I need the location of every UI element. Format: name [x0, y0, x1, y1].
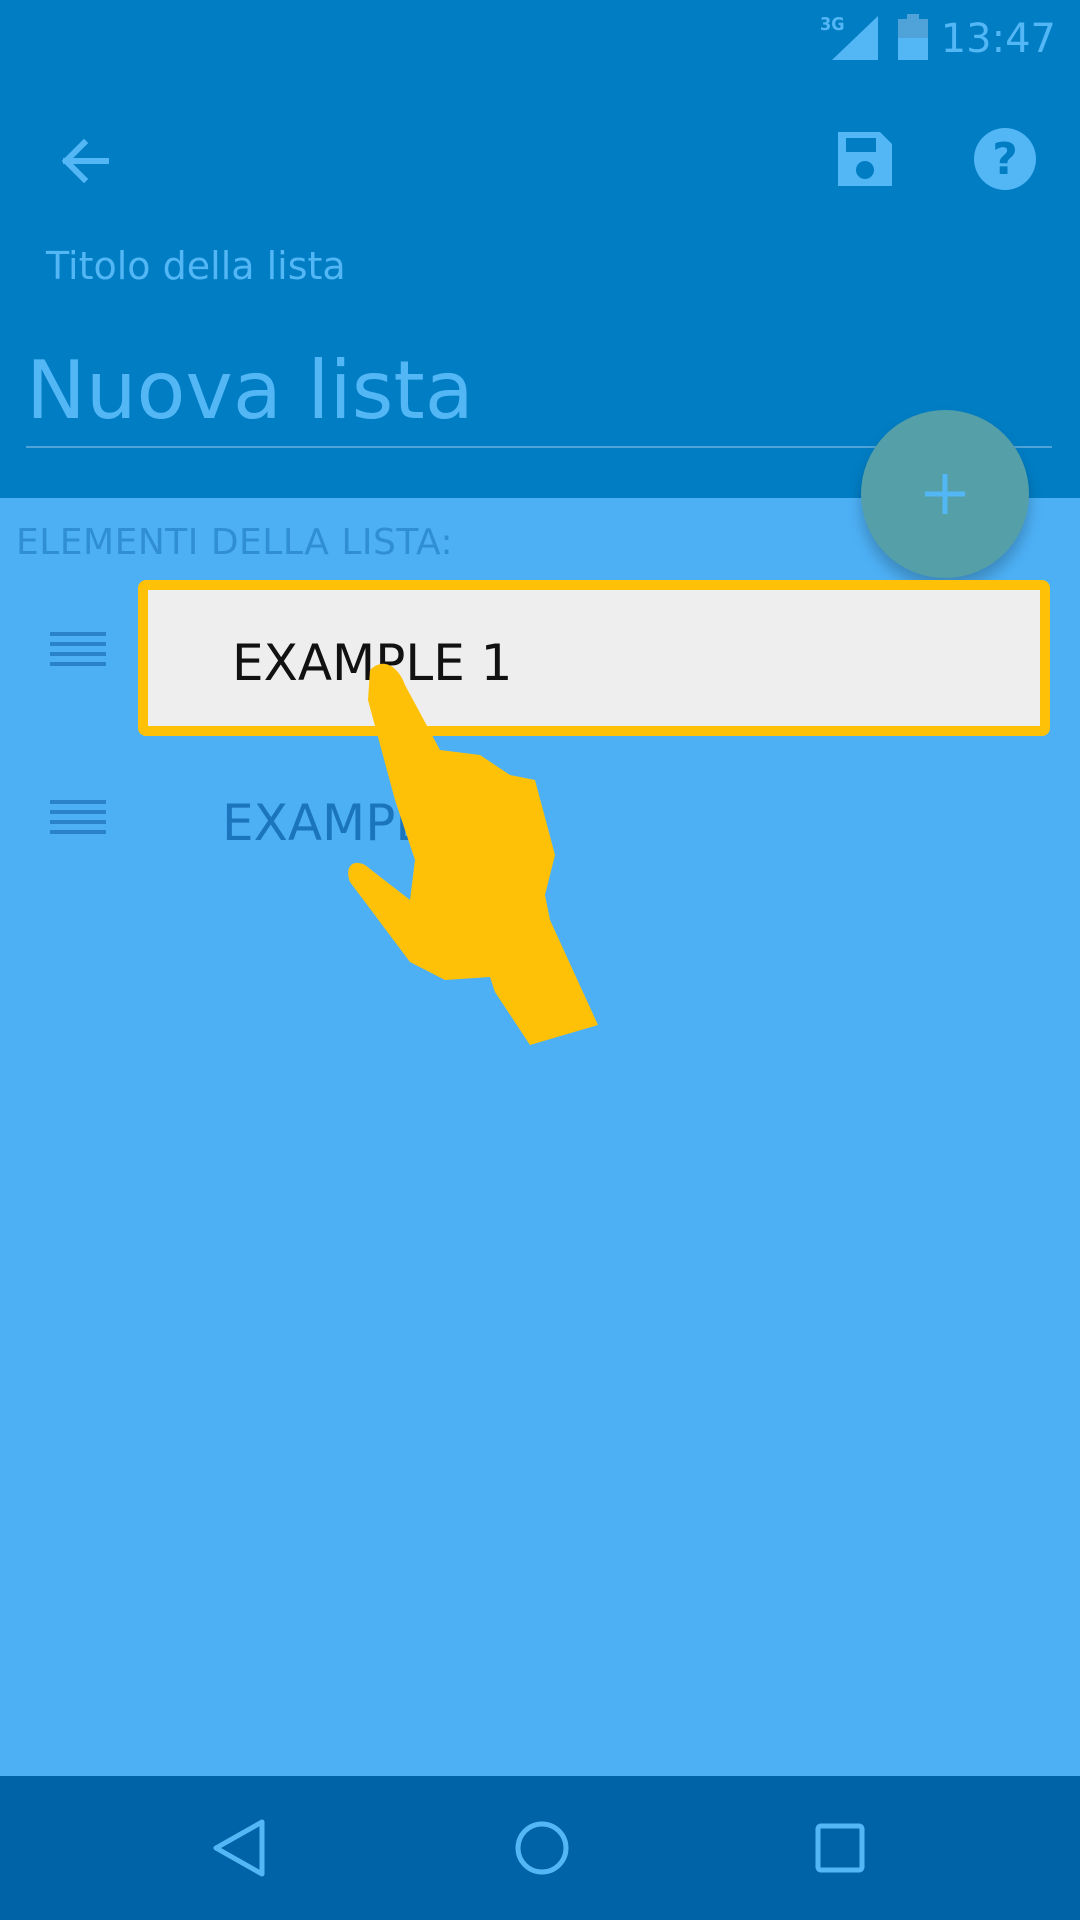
nav-home-button[interactable]: [512, 1818, 572, 1878]
save-icon: [838, 132, 892, 186]
list-title-label: Titolo della lista: [46, 244, 346, 288]
battery-icon: [898, 14, 928, 60]
hand-pointer-icon: [348, 663, 598, 1045]
drag-handle-icon[interactable]: [50, 632, 106, 674]
navigation-bar: [0, 1776, 1080, 1920]
nav-home-icon: [515, 1821, 569, 1875]
nav-recents-button[interactable]: [812, 1820, 868, 1876]
help-icon: ?: [974, 128, 1036, 190]
arrow-back-icon: [61, 138, 109, 184]
status-bar: 3G 13:47: [0, 0, 1080, 78]
plus-icon: [925, 474, 965, 514]
list-section-label: ELEMENTI DELLA LISTA:: [16, 522, 454, 563]
add-item-button[interactable]: [861, 410, 1029, 578]
save-button[interactable]: [830, 124, 900, 194]
signal-icon: [832, 16, 878, 60]
nav-recents-icon: [815, 1823, 865, 1873]
drag-handle-icon[interactable]: [50, 800, 106, 842]
help-button[interactable]: ?: [970, 124, 1040, 194]
svg-text:?: ?: [992, 134, 1018, 185]
back-button[interactable]: [50, 126, 120, 196]
nav-back-button[interactable]: [210, 1818, 270, 1878]
status-time: 13:47: [940, 16, 1056, 62]
nav-back-icon: [213, 1819, 265, 1877]
